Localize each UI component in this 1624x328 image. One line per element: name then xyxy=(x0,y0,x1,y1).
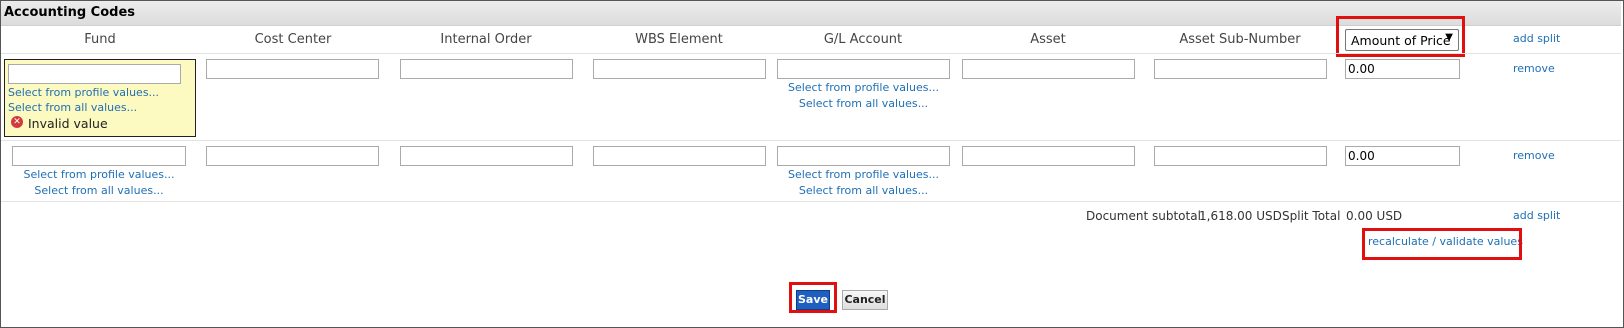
fund-input-row-1[interactable] xyxy=(8,64,181,84)
wbs-element-input-row-2[interactable] xyxy=(593,146,766,166)
internal-order-input-row-1[interactable] xyxy=(400,59,573,79)
select-profile-values-fund-row-1[interactable]: Select from profile values... xyxy=(8,86,159,99)
error-icon: ✕ xyxy=(11,116,23,128)
wbs-element-input-row-1[interactable] xyxy=(593,59,766,79)
amount-input-row-1[interactable] xyxy=(1345,59,1460,79)
column-header-asset-sub-number: Asset Sub-Number xyxy=(1179,32,1301,47)
add-split-link-bottom[interactable]: add split xyxy=(1513,209,1560,222)
amount-input-row-2[interactable] xyxy=(1345,146,1460,166)
cost-center-input-row-2[interactable] xyxy=(206,146,379,166)
column-header-internal-order: Internal Order xyxy=(440,32,532,47)
asset-sub-number-input-row-1[interactable] xyxy=(1154,59,1327,79)
select-profile-values-gl-row-2[interactable]: Select from profile values... xyxy=(777,168,950,181)
select-all-values-gl-row-1[interactable]: Select from all values... xyxy=(777,97,950,110)
fund-input-row-2[interactable] xyxy=(12,146,186,166)
split-total-label: Split Total xyxy=(1282,209,1341,223)
row-divider xyxy=(1,140,1621,141)
remove-link-row-2[interactable]: remove xyxy=(1513,149,1555,162)
select-profile-values-gl-row-1[interactable]: Select from profile values... xyxy=(777,81,950,94)
add-split-link-top[interactable]: add split xyxy=(1513,32,1560,45)
select-profile-values-fund-row-2[interactable]: Select from profile values... xyxy=(12,168,186,181)
select-all-values-fund-row-1[interactable]: Select from all values... xyxy=(8,101,137,114)
column-header-cost-center: Cost Center xyxy=(254,32,332,47)
row-divider xyxy=(1,53,1621,54)
column-header-asset: Asset xyxy=(1030,32,1066,47)
document-subtotal-value: 1,618.00 USD xyxy=(1199,209,1282,223)
gl-account-input-row-1[interactable] xyxy=(777,59,950,79)
asset-sub-number-input-row-2[interactable] xyxy=(1154,146,1327,166)
asset-input-row-2[interactable] xyxy=(962,146,1135,166)
cost-center-input-row-1[interactable] xyxy=(206,59,379,79)
row-divider xyxy=(1,201,1621,202)
cancel-button[interactable]: Cancel xyxy=(842,290,888,310)
highlight-recalculate xyxy=(1362,228,1522,260)
section-title: Accounting Codes xyxy=(4,5,136,20)
asset-input-row-1[interactable] xyxy=(962,59,1135,79)
select-all-values-gl-row-2[interactable]: Select from all values... xyxy=(777,184,950,197)
column-header-gl-account: G/L Account xyxy=(823,32,903,47)
column-header-wbs-element: WBS Element xyxy=(635,32,723,47)
highlight-split-type xyxy=(1336,16,1465,57)
highlight-save xyxy=(789,282,837,313)
gl-account-input-row-2[interactable] xyxy=(777,146,950,166)
document-subtotal-label: Document subtotal: xyxy=(1086,209,1205,223)
column-header-fund: Fund xyxy=(84,32,116,47)
split-total-value: 0.00 USD xyxy=(1346,209,1403,223)
internal-order-input-row-2[interactable] xyxy=(400,146,573,166)
remove-link-row-1[interactable]: remove xyxy=(1513,62,1555,75)
select-all-values-fund-row-2[interactable]: Select from all values... xyxy=(12,184,186,197)
fund-error-message: Invalid value xyxy=(28,116,108,131)
